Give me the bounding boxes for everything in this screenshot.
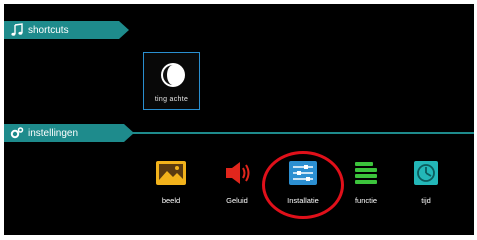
clock-icon [414,161,438,185]
highlight-annotation-circle [262,151,344,219]
shortcut-tile-label: ting achte [154,96,189,103]
shortcut-tile[interactable]: ting achte [143,52,200,110]
instellingen-section-header: instellingen [4,124,474,142]
menu-label-tijd: tijd [421,196,431,205]
menu-item-beeld[interactable]: beeld [141,160,201,205]
picture-icon [156,161,186,185]
menu-item-tijd[interactable]: tijd [396,160,456,205]
speaker-icon [226,162,250,184]
gears-icon [10,126,24,140]
tv-screen: shortcuts ting achte instellingen beeld … [4,4,474,235]
instellingen-tab: instellingen [4,124,134,142]
menu-label-functie: functie [354,196,378,205]
music-note-icon [10,23,24,37]
moon-icon [161,63,185,87]
menu-label-geluid: Geluid [226,196,248,205]
section-divider [122,132,474,134]
shortcuts-title: shortcuts [28,24,69,36]
shortcuts-section-header: shortcuts [4,21,129,39]
menu-label-beeld: beeld [161,196,181,205]
menu-item-geluid[interactable]: Geluid [207,160,267,205]
menu-item-functie[interactable]: functie [336,160,396,205]
list-icon [355,162,377,184]
instellingen-title: instellingen [28,127,79,139]
shortcuts-tab: shortcuts [4,21,129,39]
